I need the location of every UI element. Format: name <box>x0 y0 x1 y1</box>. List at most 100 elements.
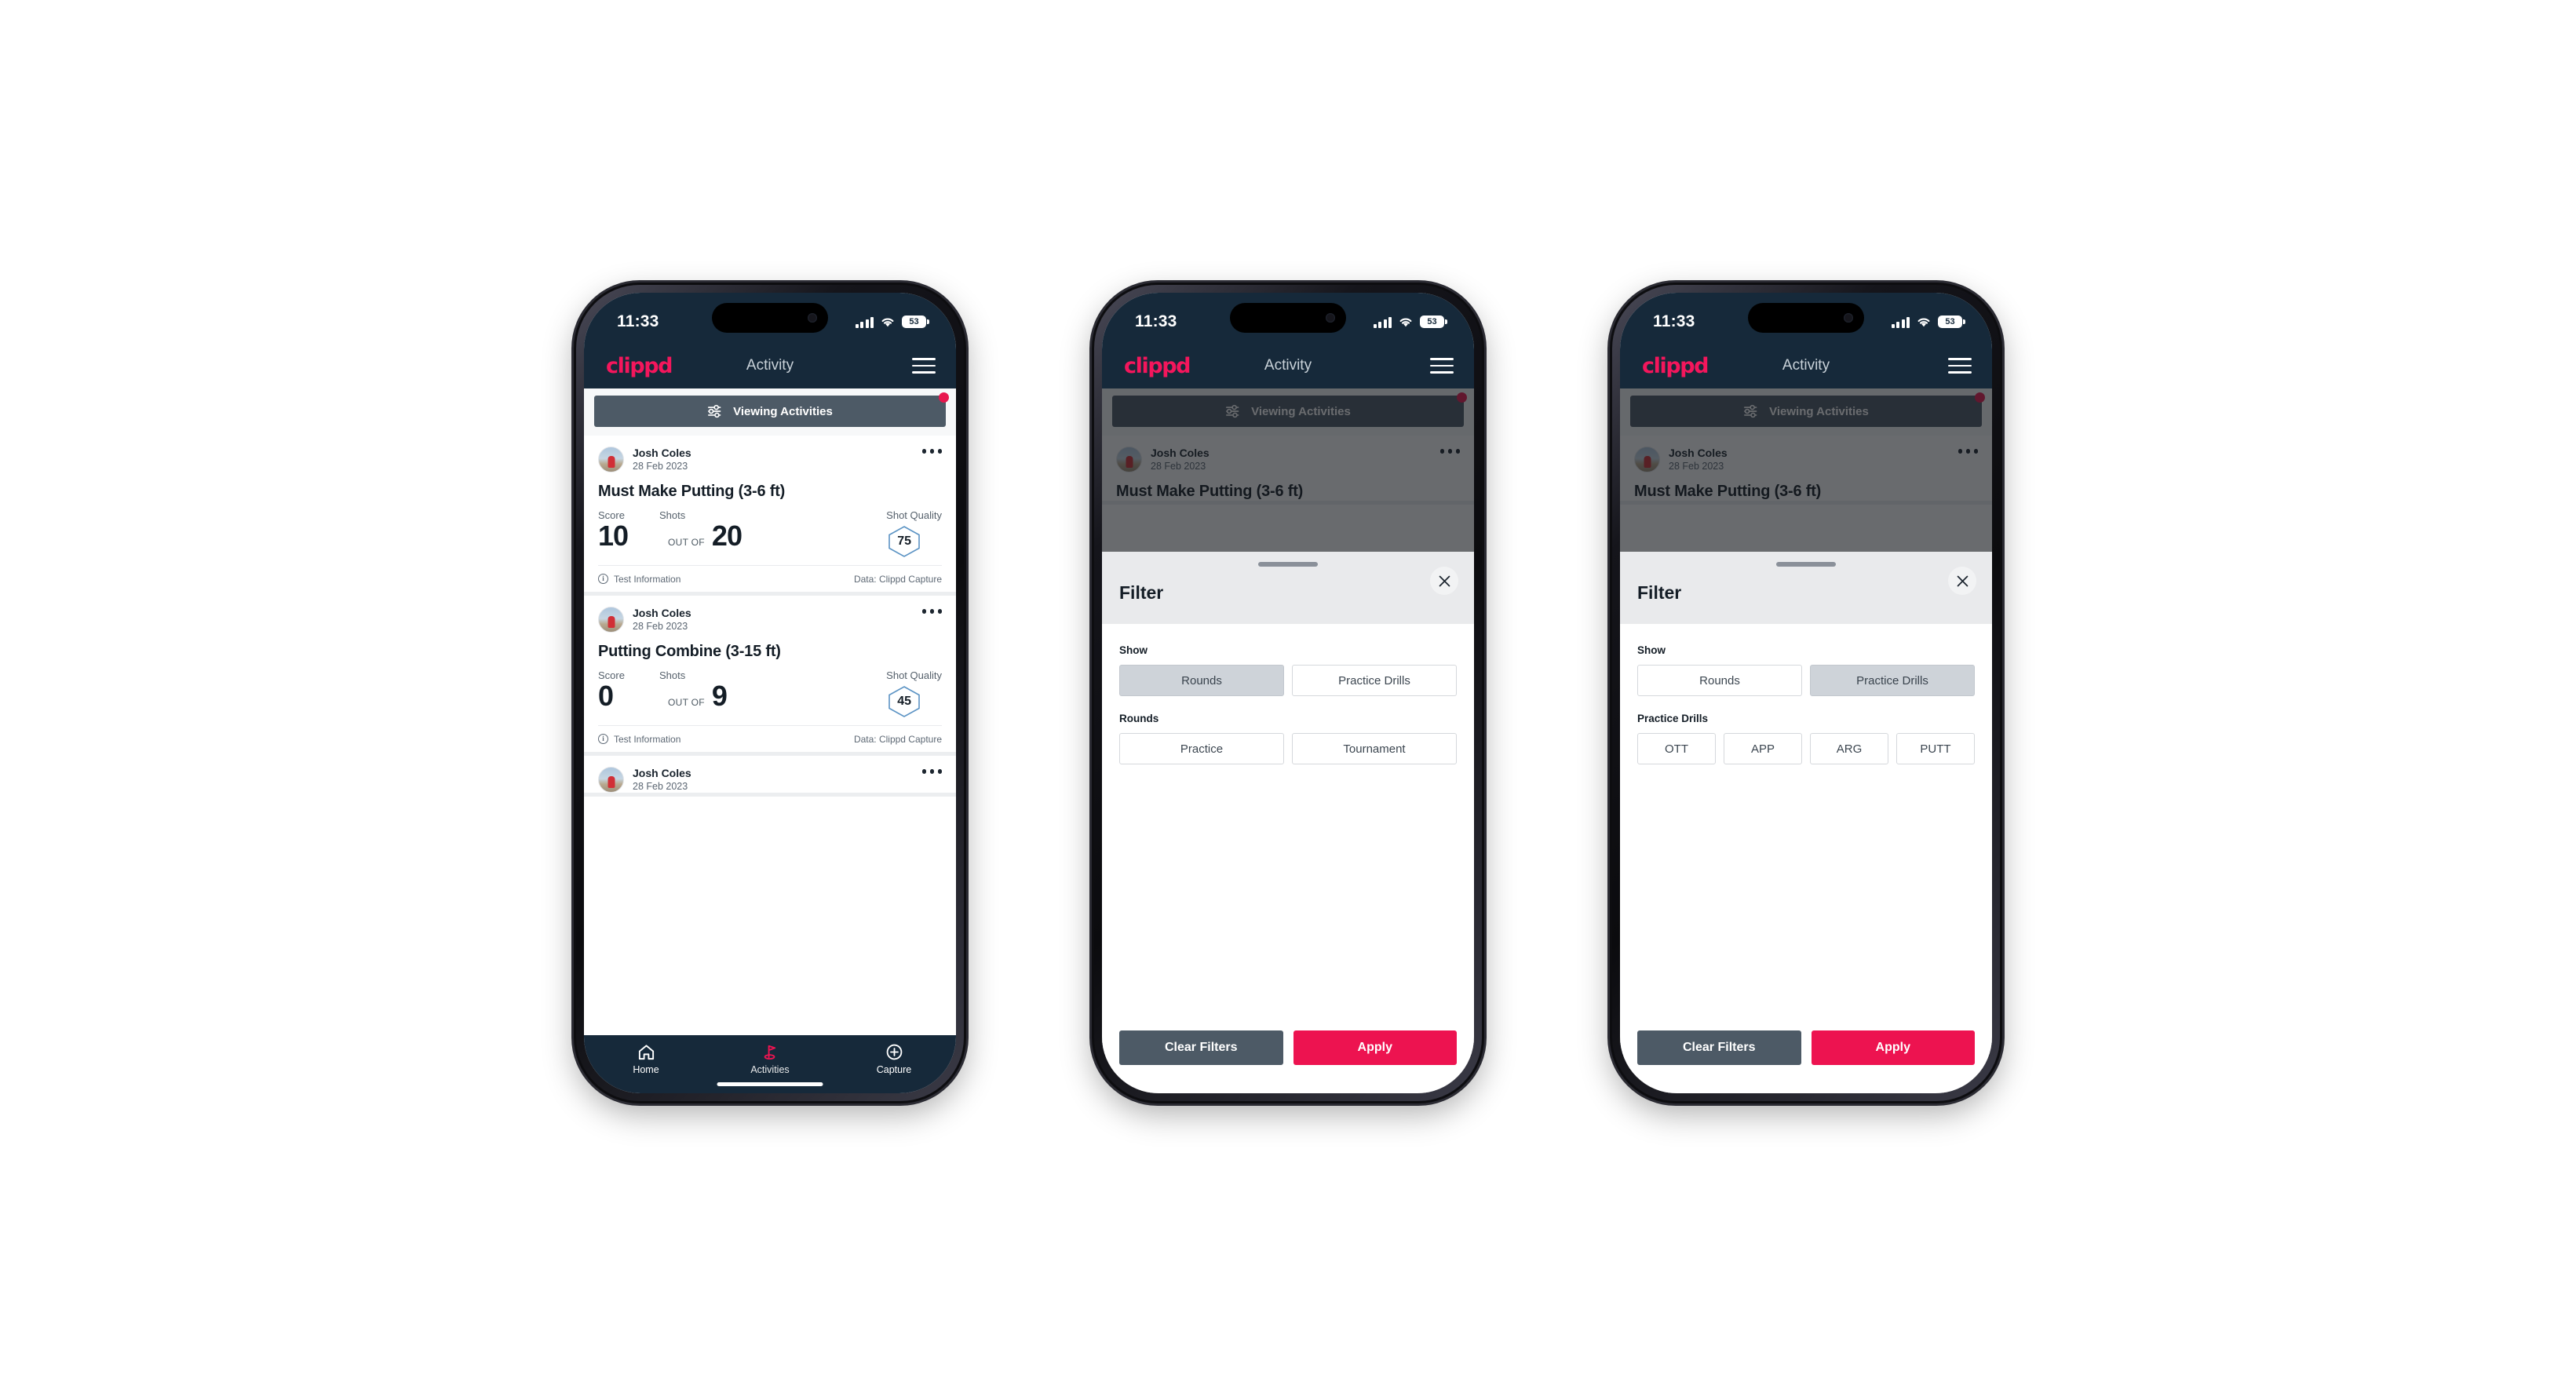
score-stat: Score 10 <box>598 509 659 551</box>
activity-title: Putting Combine (3-15 ft) <box>598 643 781 661</box>
nav-item-capture[interactable]: Capture <box>832 1042 956 1075</box>
shots-stat: Shots OUT OF 20 <box>659 509 765 551</box>
activity-card-header: Josh Coles 28 Feb 2023 <box>598 447 942 473</box>
status-bar: 11:33 53 <box>1620 293 1992 343</box>
card-overflow-menu-icon[interactable] <box>921 769 942 774</box>
home-icon <box>637 1042 655 1062</box>
author-name: Josh Coles <box>633 607 691 620</box>
sheet-drag-handle[interactable] <box>1776 562 1836 567</box>
front-camera-icon <box>1326 313 1335 323</box>
filter-sheet-header: Filter <box>1102 552 1474 624</box>
dynamic-island <box>1748 303 1864 333</box>
test-information-label: Test Information <box>614 573 681 585</box>
filter-sheet-header: Filter <box>1620 552 1992 624</box>
shot-quality-value: 75 <box>897 534 912 549</box>
apply-button[interactable]: Apply <box>1811 1030 1975 1065</box>
phone-mockup-activity-feed: 11:33 53 clippd Activity Viewing Activit… <box>574 283 966 1103</box>
nav-label-capture: Capture <box>876 1064 912 1075</box>
app-content: Viewing Activities Josh Coles 28 Feb 202… <box>1102 388 1474 1093</box>
show-group-label: Show <box>1637 644 1666 656</box>
dynamic-island <box>1230 303 1346 333</box>
activity-feed[interactable]: Josh Coles 28 Feb 2023 Must Make Putting… <box>584 436 956 1035</box>
card-overflow-menu-icon[interactable] <box>921 449 942 454</box>
battery-icon: 53 <box>1420 315 1444 328</box>
clippd-logo: clippd <box>1124 353 1191 378</box>
cellular-signal-icon <box>1891 316 1910 328</box>
rounds-options-group: Practice Tournament <box>1119 733 1457 764</box>
clear-filters-button[interactable]: Clear Filters <box>1119 1030 1283 1065</box>
score-value: 0 <box>598 680 614 713</box>
battery-percentage: 53 <box>903 316 925 327</box>
filter-chip-practice[interactable]: Practice <box>1119 733 1284 764</box>
card-overflow-menu-icon[interactable] <box>921 609 942 614</box>
activity-stats: Score 0 Shots OUT OF 9 Shot Quality 45 <box>598 669 942 725</box>
show-group-label: Show <box>1119 644 1148 656</box>
test-information-link[interactable]: i Test Information <box>598 734 680 745</box>
tune-sliders-icon <box>708 404 721 418</box>
activity-card[interactable]: Josh Coles 28 Feb 2023 Must Make Putting… <box>584 436 956 596</box>
score-stat: Score 0 <box>598 669 659 711</box>
clear-filters-button[interactable]: Clear Filters <box>1637 1030 1801 1065</box>
activity-card-footer: i Test Information Data: Clippd Capture <box>598 725 942 752</box>
activity-card[interactable]: Josh Coles 28 Feb 2023 <box>584 756 956 797</box>
activity-date: 28 Feb 2023 <box>633 620 688 632</box>
status-bar-time: 11:33 <box>1653 312 1695 330</box>
viewing-activities-button[interactable]: Viewing Activities <box>594 396 946 427</box>
status-bar-indicators: 53 <box>1373 315 1444 328</box>
screenshot-stage: 11:33 53 clippd Activity Viewing Activit… <box>0 0 2576 1386</box>
phone-screen: 11:33 53 clippd Activity <box>584 293 956 1093</box>
app-content: Viewing Activities Josh Coles 28 Feb 202… <box>1620 388 1992 1093</box>
filter-chip-practice-drills[interactable]: Practice Drills <box>1292 665 1457 696</box>
close-icon[interactable] <box>1430 567 1458 595</box>
apply-button[interactable]: Apply <box>1293 1030 1457 1065</box>
filter-chip-practice-drills[interactable]: Practice Drills <box>1810 665 1975 696</box>
activity-card-header: Josh Coles 28 Feb 2023 <box>598 767 942 793</box>
battery-icon: 53 <box>902 315 926 328</box>
filter-sheet: Filter Show Rounds Practice Drills Round… <box>1102 552 1474 1093</box>
filter-chip-ott[interactable]: OTT <box>1637 733 1716 764</box>
wifi-icon <box>1399 318 1412 326</box>
activity-card-header: Josh Coles 28 Feb 2023 <box>598 607 942 633</box>
out-of-label: OUT OF <box>668 697 705 709</box>
avatar <box>598 767 624 793</box>
filter-chip-putt[interactable]: PUTT <box>1896 733 1975 764</box>
nav-item-activities[interactable]: Activities <box>708 1042 832 1075</box>
filter-chip-app[interactable]: APP <box>1724 733 1802 764</box>
plus-circle-icon <box>885 1042 903 1062</box>
status-bar-time: 11:33 <box>617 312 659 330</box>
nav-label-activities: Activities <box>750 1064 790 1075</box>
author-name: Josh Coles <box>633 767 691 780</box>
filter-sheet-footer: Clear Filters Apply <box>1620 1030 1992 1093</box>
author-name: Josh Coles <box>633 447 691 459</box>
hamburger-menu-icon[interactable] <box>1948 358 1972 374</box>
filter-chip-tournament[interactable]: Tournament <box>1292 733 1457 764</box>
shot-quality-stat: Shot Quality 75 <box>886 509 942 559</box>
filter-sheet-footer: Clear Filters Apply <box>1102 1030 1474 1093</box>
show-options-group: Rounds Practice Drills <box>1637 665 1975 696</box>
clippd-logo: clippd <box>606 353 673 378</box>
hamburger-menu-icon[interactable] <box>1430 358 1454 374</box>
status-bar-time: 11:33 <box>1135 312 1177 330</box>
practice-drills-group-label: Practice Drills <box>1637 713 1709 724</box>
phone-mockup-filter-rounds: 11:33 53 clippd Activity Filter Show Rou… <box>1092 283 1484 1103</box>
data-source-label: Data: Clippd Capture <box>853 733 942 745</box>
hamburger-menu-icon[interactable] <box>912 358 936 374</box>
close-icon[interactable] <box>1948 567 1976 595</box>
filter-chip-rounds[interactable]: Rounds <box>1119 665 1284 696</box>
activity-card[interactable]: Josh Coles 28 Feb 2023 Putting Combine (… <box>584 596 956 757</box>
filter-sheet-title: Filter <box>1637 582 1682 603</box>
viewing-activities-label: Viewing Activities <box>733 404 833 418</box>
info-icon: i <box>598 734 608 745</box>
status-bar-indicators: 53 <box>855 315 926 328</box>
avatar <box>598 607 624 633</box>
filter-chip-arg[interactable]: ARG <box>1810 733 1888 764</box>
test-information-link[interactable]: i Test Information <box>598 574 680 585</box>
nav-item-home[interactable]: Home <box>584 1042 708 1075</box>
sheet-drag-handle[interactable] <box>1258 562 1318 567</box>
activity-author: Josh Coles 28 Feb 2023 <box>633 447 691 472</box>
activity-author: Josh Coles 28 Feb 2023 <box>633 607 691 633</box>
activity-card-footer: i Test Information Data: Clippd Capture <box>598 565 942 592</box>
filter-notification-dot <box>939 392 949 403</box>
shot-quality-badge: 45 <box>886 684 922 719</box>
filter-chip-rounds[interactable]: Rounds <box>1637 665 1802 696</box>
